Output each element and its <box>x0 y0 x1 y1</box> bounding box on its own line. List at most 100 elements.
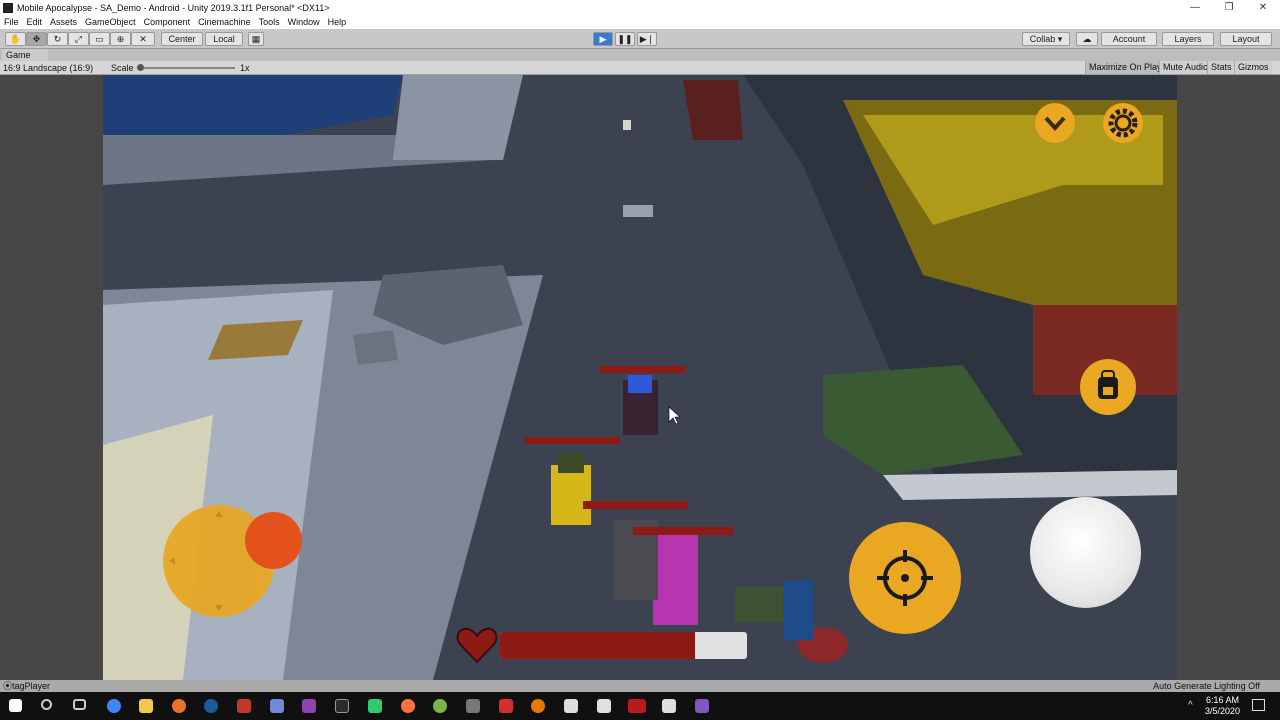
unity-app-icon <box>3 2 13 13</box>
rubble-block <box>353 330 398 365</box>
title-bar: Mobile Apocalypse - SA_Demo - Android - … <box>0 0 1280 15</box>
system-clock[interactable]: 6:16 AM 3/5/2020 <box>1205 695 1240 717</box>
windows-taskbar: ^ 6:16 AM 3/5/2020 <box>0 692 1280 720</box>
minimize-button[interactable]: — <box>1178 0 1212 15</box>
layout-dropdown[interactable]: Layout <box>1220 32 1272 46</box>
menu-help[interactable]: Help <box>328 17 347 27</box>
menu-window[interactable]: Window <box>288 17 320 27</box>
player-health-fill <box>500 632 696 659</box>
zombie-head <box>628 375 652 393</box>
windows-start-icon[interactable] <box>9 699 22 712</box>
status-icon: ⦿ <box>3 681 13 691</box>
enemy-health-bar <box>633 527 733 535</box>
scale-tool-icon[interactable]: ⤢ <box>68 32 89 46</box>
tab-game[interactable]: Game <box>2 49 48 61</box>
chrome-icon[interactable] <box>107 699 121 713</box>
menu-file[interactable]: File <box>4 17 19 27</box>
app-gray-icon[interactable] <box>466 699 480 713</box>
menu-tools[interactable]: Tools <box>259 17 280 27</box>
app-red-icon[interactable] <box>237 699 251 713</box>
joystick-handle[interactable] <box>245 512 302 569</box>
crosshair-icon <box>877 550 933 606</box>
red-truck <box>683 80 743 140</box>
steam-icon[interactable] <box>204 699 218 713</box>
cloud-icon[interactable]: ☁ <box>1076 32 1098 46</box>
gear-icon <box>1108 108 1138 138</box>
epic-games-icon[interactable] <box>335 699 349 713</box>
notification-icon[interactable] <box>1252 699 1265 711</box>
stats-toggle[interactable]: Stats <box>1207 61 1235 74</box>
game-tab-label: Game <box>6 50 31 60</box>
firefox-icon[interactable] <box>401 699 415 713</box>
enemy-health-bar <box>583 501 688 509</box>
unity-icon[interactable] <box>564 699 578 713</box>
game-view-bar: 16:9 Landscape (16:9) Scale 1x Maximize … <box>0 61 1280 75</box>
app-lime-icon[interactable] <box>433 699 447 713</box>
gizmos-dropdown[interactable]: Gizmos <box>1234 61 1272 74</box>
blender-icon[interactable] <box>531 699 545 713</box>
menu-assets[interactable]: Assets <box>50 17 77 27</box>
app-white-icon[interactable] <box>597 699 611 713</box>
status-bar: ⦿ tagPlayer Auto Generate Lighting Off <box>0 680 1280 692</box>
enemy-health-bar <box>525 437 620 444</box>
visual-studio-icon[interactable] <box>695 699 709 713</box>
menu-bar: File Edit Assets GameObject Component Ci… <box>0 15 1280 29</box>
yellow-character-head <box>558 453 584 473</box>
app-purple-icon[interactable] <box>302 699 316 713</box>
step-button[interactable]: ▶❘ <box>637 32 657 46</box>
app-video-icon[interactable] <box>628 699 646 713</box>
pivot-center-button[interactable]: Center <box>161 32 203 46</box>
scale-slider-handle[interactable] <box>137 64 144 71</box>
pause-button[interactable]: ❚❚ <box>615 32 635 46</box>
lane-marking <box>623 120 631 130</box>
search-icon[interactable] <box>41 699 52 710</box>
custom-tool-icon[interactable]: ✕ <box>131 32 155 46</box>
aspect-dropdown[interactable]: 16:9 Landscape (16:9) <box>3 63 93 73</box>
settings-button[interactable] <box>1103 103 1143 143</box>
tray-chevron-icon[interactable]: ^ <box>1188 700 1193 711</box>
player-character <box>653 535 698 625</box>
menu-gameobject[interactable]: GameObject <box>85 17 136 27</box>
discord-icon[interactable] <box>270 699 284 713</box>
green-car <box>735 587 785 622</box>
game-viewport[interactable] <box>103 75 1177 680</box>
road-debris <box>623 205 653 217</box>
account-dropdown[interactable]: Account <box>1101 32 1157 46</box>
unity2-icon[interactable] <box>662 699 676 713</box>
rect-tool-icon[interactable]: ▭ <box>89 32 110 46</box>
scale-slider-track[interactable] <box>140 67 235 69</box>
clock-date: 3/5/2020 <box>1204 706 1240 716</box>
task-view-icon[interactable] <box>73 699 86 710</box>
mute-audio-toggle[interactable]: Mute Audio <box>1159 61 1212 74</box>
backpack-icon <box>1098 370 1118 399</box>
heart-icon <box>456 627 498 664</box>
yellow-character <box>551 465 591 525</box>
app-orange-icon[interactable] <box>172 699 186 713</box>
aim-button[interactable] <box>849 522 961 634</box>
layers-dropdown[interactable]: Layers <box>1162 32 1214 46</box>
status-message: tagPlayer <box>12 681 51 691</box>
menu-chevron-button[interactable] <box>1035 103 1075 143</box>
inventory-button[interactable] <box>1080 359 1136 415</box>
action-button[interactable] <box>1030 497 1141 608</box>
move-tool-icon[interactable]: ✥ <box>26 32 47 46</box>
rotate-tool-icon[interactable]: ↻ <box>47 32 68 46</box>
app-red2-icon[interactable] <box>499 699 513 713</box>
hand-tool-icon[interactable]: ✋ <box>5 32 26 46</box>
app-green-icon[interactable] <box>368 699 382 713</box>
maximize-button[interactable]: ❐ <box>1212 0 1246 15</box>
menu-cinemachine[interactable]: Cinemachine <box>198 17 251 27</box>
right-curb <box>883 470 1177 500</box>
collab-button[interactable]: Collab ▾ <box>1022 32 1070 46</box>
menu-edit[interactable]: Edit <box>27 17 43 27</box>
file-explorer-icon[interactable] <box>139 699 153 713</box>
lighting-status: Auto Generate Lighting Off <box>1153 681 1260 691</box>
maximize-on-play-toggle[interactable]: Maximize On Play <box>1085 61 1165 74</box>
sidewalk-corner <box>393 75 523 160</box>
close-button[interactable]: ✕ <box>1246 0 1280 15</box>
play-button[interactable]: ▶ <box>593 32 613 46</box>
grid-snap-icon[interactable]: ▦ <box>248 32 264 46</box>
transform-tool-icon[interactable]: ⊕ <box>110 32 131 46</box>
pivot-local-button[interactable]: Local <box>205 32 243 46</box>
menu-component[interactable]: Component <box>144 17 191 27</box>
